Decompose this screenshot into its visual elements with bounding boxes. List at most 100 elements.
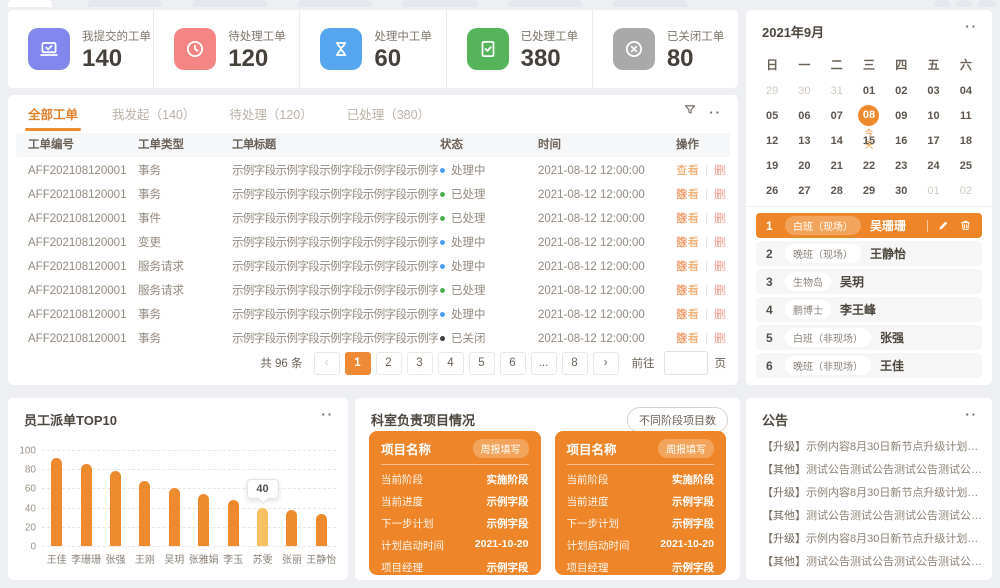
calendar-day[interactable]: 03	[917, 85, 949, 97]
announcement-item[interactable]: 【其他】测试公告测试公告测试公告测试公告测试公告	[762, 551, 982, 574]
announcement-item[interactable]: 【其他】测试公告测试公告测试公告测试公告测试公告	[762, 459, 982, 482]
calendar-day[interactable]: 15	[853, 135, 885, 147]
chart-bar[interactable]	[139, 481, 150, 546]
schedule-item[interactable]: 3生物岛吴玥	[756, 269, 982, 294]
page-ellipsis[interactable]: ...	[531, 352, 557, 375]
calendar-day[interactable]: 30	[788, 85, 820, 97]
table-row[interactable]: AFF202108120001事件示例字段示例字段示例字段示例字段示例字段已处理…	[16, 207, 730, 231]
schedule-item[interactable]: 1白班（现场）吴珊珊	[756, 213, 982, 238]
calendar-day[interactable]: 20	[788, 160, 820, 172]
view-link[interactable]: 查看	[676, 285, 699, 297]
announcement-item[interactable]: 【升级】示例内容8月30日新节点升级计划通知	[762, 528, 982, 551]
calendar-day[interactable]: 21	[821, 160, 853, 172]
calendar-day[interactable]: 06	[788, 110, 820, 122]
calendar-day[interactable]: 29	[756, 85, 788, 97]
calendar-day[interactable]: 05	[756, 110, 788, 122]
calendar-day[interactable]: 14	[821, 135, 853, 147]
stage-count-button[interactable]: 不同阶段项目数	[627, 407, 728, 433]
view-link[interactable]: 查看	[676, 261, 699, 273]
top-tab-chip[interactable]	[978, 0, 996, 7]
top-tab-chip[interactable]	[956, 0, 972, 7]
worklist-tab[interactable]: 全部工单	[28, 94, 78, 131]
today-circle[interactable]: 08	[858, 105, 879, 126]
calendar-day[interactable]: 10	[917, 110, 949, 122]
calendar-day[interactable]: 25	[950, 160, 982, 172]
view-link[interactable]: 查看	[676, 189, 699, 201]
top-tab-chip[interactable]	[613, 0, 687, 7]
calendar-day[interactable]: 30	[885, 185, 917, 197]
chart-bar[interactable]	[316, 514, 327, 546]
top-tab-chip[interactable]	[934, 0, 950, 7]
view-link[interactable]: 查看	[676, 333, 699, 345]
schedule-item[interactable]: 6晚班（非现场）王佳	[756, 353, 982, 378]
top-tab-chip[interactable]	[403, 0, 477, 7]
page-button[interactable]: 5	[469, 352, 495, 375]
page-button[interactable]: 1	[345, 352, 371, 375]
weekly-report-badge[interactable]: 周报填写	[473, 439, 529, 458]
chart-bar[interactable]	[110, 471, 121, 546]
calendar-day[interactable]: 02	[950, 185, 982, 197]
schedule-item[interactable]: 2晚班（现场）王静怡	[756, 241, 982, 266]
weekly-report-badge[interactable]: 周报填写	[658, 439, 714, 458]
calendar-day[interactable]: 01	[853, 85, 885, 97]
top-tab-chip[interactable]	[298, 0, 372, 7]
trash-icon[interactable]	[959, 219, 972, 232]
top-tab-chip[interactable]	[193, 0, 267, 7]
chart-bar[interactable]	[228, 500, 239, 546]
table-row[interactable]: AFF202108120001事务示例字段示例字段示例字段示例字段示例字段已关闭…	[16, 327, 730, 351]
more-options-icon[interactable]: ··	[965, 20, 978, 33]
project-card[interactable]: 项目名称周报填写当前阶段实施阶段当前进度示例字段下一步计划示例字段计划启动时间2…	[369, 431, 541, 575]
calendar-day[interactable]: 08今天	[853, 105, 885, 126]
table-row[interactable]: AFF202108120001事务示例字段示例字段示例字段示例字段示例字段处理中…	[16, 159, 730, 183]
table-row[interactable]: AFF202108120001事务示例字段示例字段示例字段示例字段示例字段已处理…	[16, 183, 730, 207]
announcement-item[interactable]: 【升级】示例内容8月30日新节点升级计划通知	[762, 436, 982, 459]
calendar-day[interactable]: 07	[821, 110, 853, 122]
page-button[interactable]: 2	[376, 352, 402, 375]
announcement-item[interactable]: 【升级】示例内容8月30日新节点升级计划通知	[762, 482, 982, 505]
calendar-day[interactable]: 29	[853, 185, 885, 197]
schedule-item[interactable]: 4鹏博士李王峰	[756, 297, 982, 322]
schedule-item[interactable]: 5白班（非现场）张强	[756, 325, 982, 350]
worklist-tab[interactable]: 待处理（120）	[229, 94, 312, 131]
announcement-item[interactable]: 【其他】测试公告测试公告测试公告测试公告测试公告	[762, 505, 982, 528]
view-link[interactable]: 查看	[676, 237, 699, 249]
worklist-tab[interactable]: 已处理（380）	[347, 94, 430, 131]
table-row[interactable]: AFF202108120001服务请求示例字段示例字段示例字段示例字段示例字段处…	[16, 255, 730, 279]
calendar-day[interactable]: 01	[917, 185, 949, 197]
calendar-day[interactable]: 19	[756, 160, 788, 172]
top-tab-chip[interactable]	[508, 0, 582, 7]
more-options-icon[interactable]: ··	[709, 106, 722, 119]
chart-bar[interactable]	[51, 458, 62, 546]
calendar-day[interactable]: 22	[853, 160, 885, 172]
calendar-day[interactable]: 04	[950, 85, 982, 97]
view-link[interactable]: 查看	[676, 165, 699, 177]
calendar-day[interactable]: 27	[788, 185, 820, 197]
next-page-button[interactable]: ›	[593, 352, 619, 375]
table-row[interactable]: AFF202108120001事务示例字段示例字段示例字段示例字段示例字段处理中…	[16, 303, 730, 327]
goto-page-input[interactable]	[664, 351, 708, 375]
view-link[interactable]: 查看	[676, 213, 699, 225]
top-tab-chip[interactable]	[8, 0, 52, 7]
prev-page-button[interactable]: ‹	[314, 352, 340, 375]
calendar-day[interactable]: 02	[885, 85, 917, 97]
page-button[interactable]: 3	[407, 352, 433, 375]
calendar-day[interactable]: 23	[885, 160, 917, 172]
calendar-day[interactable]: 09	[885, 110, 917, 122]
worklist-tab[interactable]: 我发起（140）	[112, 94, 195, 131]
calendar-day[interactable]: 13	[788, 135, 820, 147]
calendar-day[interactable]: 24	[917, 160, 949, 172]
chart-bar[interactable]	[169, 488, 180, 546]
calendar-day[interactable]: 31	[821, 85, 853, 97]
table-row[interactable]: AFF202108120001服务请求示例字段示例字段示例字段示例字段示例字段已…	[16, 279, 730, 303]
chart-bar[interactable]	[198, 494, 209, 546]
page-button[interactable]: 6	[500, 352, 526, 375]
page-button[interactable]: 8	[562, 352, 588, 375]
chart-bar[interactable]	[81, 464, 92, 546]
calendar-day[interactable]: 28	[821, 185, 853, 197]
edit-icon[interactable]	[937, 219, 950, 232]
calendar-day[interactable]: 11	[950, 110, 982, 122]
view-link[interactable]: 查看	[676, 309, 699, 321]
calendar-day[interactable]: 12	[756, 135, 788, 147]
top-tab-chip[interactable]	[88, 0, 162, 7]
page-button[interactable]: 4	[438, 352, 464, 375]
